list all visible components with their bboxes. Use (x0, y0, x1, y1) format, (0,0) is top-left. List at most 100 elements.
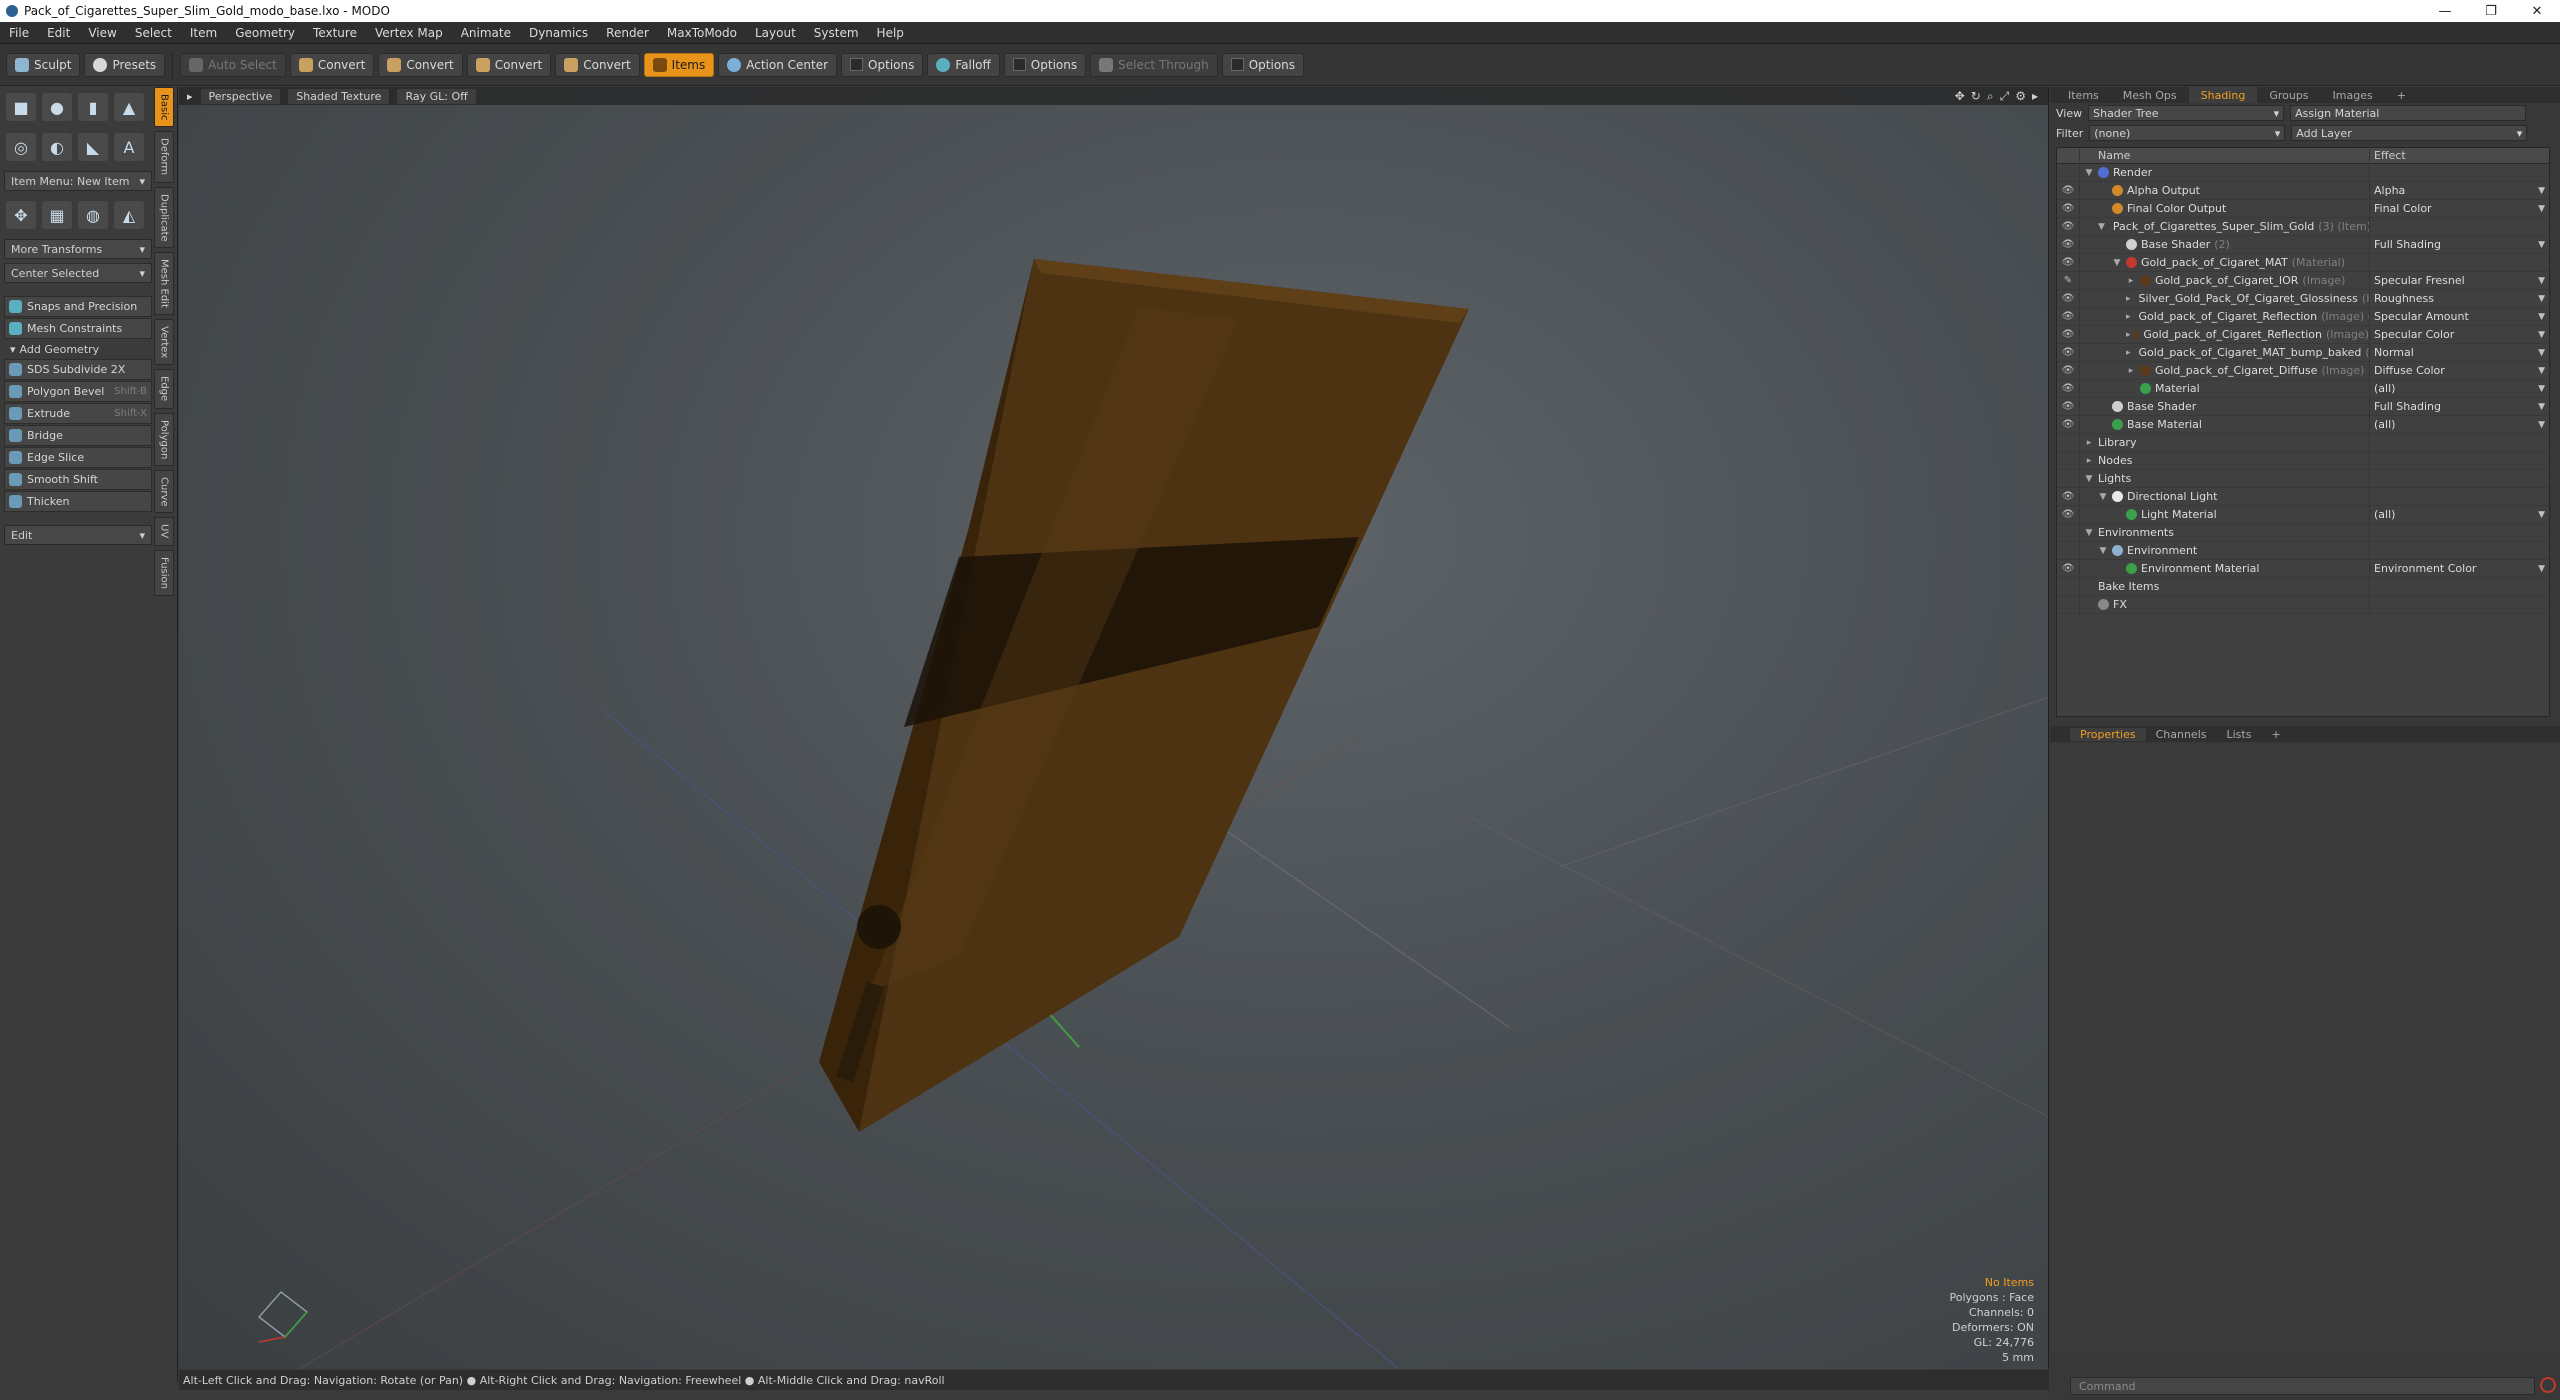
twirl-arrow-icon[interactable]: ▼ (2084, 168, 2094, 178)
effect-cell[interactable]: Roughness ▼ (2369, 289, 2549, 308)
menu-layout[interactable]: Layout (746, 26, 805, 40)
shader-tree-row[interactable]: ▼ Render (2057, 163, 2549, 182)
shader-tree-row[interactable]: 👁 ▸ Gold_pack_of_Cigaret_Reflection (Image)… (2057, 325, 2549, 344)
shader-tree-row[interactable]: 👁 Base Shader (2) Full Shading ▼ (2057, 235, 2549, 254)
chevron-down-icon[interactable]: ▼ (2538, 330, 2545, 340)
tab-fusion[interactable]: Fusion (154, 549, 174, 596)
twirl-arrow-icon[interactable]: ▸ (2126, 330, 2131, 340)
tab-items[interactable]: Items (2056, 87, 2111, 103)
visibility-eye-icon[interactable]: 👁 (2057, 257, 2079, 268)
menu-render[interactable]: Render (597, 26, 658, 40)
twirl-arrow-icon[interactable]: ▸ (2126, 312, 2131, 322)
shader-tree-row[interactable]: ✎ ▸ Gold_pack_of_Cigaret_IOR (Image) Specula… (2057, 271, 2549, 290)
close-button[interactable]: ✕ (2514, 0, 2560, 22)
visibility-eye-icon[interactable]: 👁 (2057, 293, 2079, 304)
tab-vertex[interactable]: Vertex (154, 319, 174, 366)
effect-cell[interactable]: Alpha ▼ (2369, 181, 2549, 200)
orbit-icon[interactable]: ↻ (1971, 89, 1981, 104)
shader-tree-row[interactable]: 👁 ▼ Gold_pack_of_Cigaret_MAT (Material) (2057, 253, 2549, 272)
menu-edit[interactable]: Edit (38, 26, 79, 40)
effect-cell[interactable]: Full Shading ▼ (2369, 235, 2549, 254)
capsule-icon[interactable]: ◐ (42, 133, 72, 161)
falloff-options-button[interactable]: Options (1003, 52, 1087, 77)
twirl-arrow-icon[interactable]: ▸ (2126, 294, 2131, 304)
visibility-eye-icon[interactable]: ✎ (2057, 275, 2079, 286)
tab-basic[interactable]: Basic (154, 87, 174, 128)
visibility-eye-icon[interactable]: 👁 (2057, 383, 2079, 394)
shader-tree-row[interactable]: ▼ Environments (2057, 523, 2549, 542)
edit-dropdown[interactable]: Edit ▾ (4, 525, 152, 545)
zoom-icon[interactable]: ⌕ (1987, 89, 1994, 104)
shading-mode-button[interactable]: Shaded Texture (288, 88, 390, 104)
effect-cell[interactable]: Full Shading ▼ (2369, 397, 2549, 416)
menu-system[interactable]: System (805, 26, 868, 40)
tab-mesh-edit[interactable]: Mesh Edit (154, 252, 174, 316)
auto-select-button[interactable]: Auto Select (180, 52, 286, 77)
effect-cell[interactable]: Specular Color ▼ (2369, 325, 2549, 344)
twirl-arrow-icon[interactable]: ▼ (2098, 492, 2108, 502)
raygl-toggle[interactable]: Ray GL: Off (397, 88, 476, 104)
visibility-eye-icon[interactable]: 👁 (2057, 221, 2079, 232)
chevron-down-icon[interactable]: ▼ (2538, 276, 2545, 286)
snaps-precision-button[interactable]: Snaps and Precision (4, 296, 152, 317)
settings-gear-icon[interactable]: ⚙ (2015, 89, 2026, 104)
shader-tree-row[interactable]: 👁 Final Color Output Final Color ▼ (2057, 199, 2549, 218)
menu-maxtomodo[interactable]: MaxToModo (658, 26, 746, 40)
shader-tree-row[interactable]: 👁 ▼ Pack_of_Cigarettes_Super_Slim_Gold (3) … (2057, 217, 2549, 236)
3d-viewport[interactable]: ▸ Perspective Shaded Texture Ray GL: Off… (179, 87, 2049, 1369)
tab-channels[interactable]: Channels (2146, 728, 2217, 741)
chevron-down-icon[interactable]: ▼ (2538, 204, 2545, 214)
menu-dynamics[interactable]: Dynamics (520, 26, 597, 40)
command-input[interactable]: Command (2070, 1377, 2535, 1395)
transform-icon[interactable]: ✥ (6, 201, 36, 229)
tab-duplicate[interactable]: Duplicate (154, 186, 174, 249)
shader-tree-row[interactable]: 👁 ▸ Silver_Gold_Pack_Of_Cigaret_Glossiness… (2057, 289, 2549, 308)
items-mode-button[interactable]: Items (643, 52, 715, 77)
menu-geometry[interactable]: Geometry (226, 26, 304, 40)
effect-cell[interactable]: Specular Fresnel ▼ (2369, 271, 2549, 290)
name-column-header[interactable]: Name (2079, 149, 2369, 162)
add-layer-dropdown[interactable]: Add Layer ▾ (2291, 125, 2528, 141)
shader-tree-row[interactable]: ▸ Library (2057, 433, 2549, 452)
action-center-button[interactable]: Action Center (718, 52, 838, 77)
chevron-down-icon[interactable]: ▼ (2538, 510, 2545, 520)
shader-tree-row[interactable]: 👁 Material (all) ▼ (2057, 379, 2549, 398)
visibility-eye-icon[interactable]: 👁 (2057, 311, 2079, 322)
visibility-eye-icon[interactable]: 👁 (2057, 563, 2079, 574)
select-through-button[interactable]: Select Through (1090, 52, 1218, 77)
presets-button[interactable]: Presets (84, 52, 166, 77)
shader-tree-row[interactable]: FX (2057, 595, 2549, 614)
fit-icon[interactable]: ⤢ (2000, 89, 2010, 104)
twirl-arrow-icon[interactable]: ▼ (2084, 528, 2094, 538)
chevron-down-icon[interactable]: ▼ (2538, 348, 2545, 358)
effect-cell[interactable]: (all) ▼ (2369, 379, 2549, 398)
menu-help[interactable]: Help (868, 26, 913, 40)
twirl-arrow-icon[interactable]: ▸ (2126, 276, 2136, 286)
action-center-options-button[interactable]: Options (841, 52, 924, 77)
tab-groups[interactable]: Groups (2257, 87, 2320, 103)
shader-tree-row[interactable]: 👁 Base Shader Full Shading ▼ (2057, 397, 2549, 416)
visibility-eye-icon[interactable]: 👁 (2057, 185, 2079, 196)
visibility-eye-icon[interactable]: 👁 (2057, 491, 2079, 502)
filter-dropdown[interactable]: (none) ▾ (2089, 125, 2286, 141)
effect-column-header[interactable]: Effect (2369, 149, 2549, 162)
tool-bridge[interactable]: Bridge (4, 425, 152, 446)
menu-item[interactable]: Item (181, 26, 226, 40)
cone-icon[interactable]: ▲ (114, 93, 144, 121)
view-type-button[interactable]: Perspective (200, 88, 281, 104)
visibility-eye-icon[interactable]: 👁 (2057, 401, 2079, 412)
more-transforms-dropdown[interactable]: More Transforms ▾ (4, 239, 152, 259)
select-options-button[interactable]: Options (1221, 52, 1305, 77)
tab-images[interactable]: Images (2321, 87, 2385, 103)
twirl-arrow-icon[interactable]: ▸ (2084, 456, 2094, 466)
shader-tree-row[interactable]: 👁▸Gold_pack_of_Cigaret_MAT_bump_baked(I.… (2057, 343, 2549, 362)
twirl-arrow-icon[interactable]: ▼ (2098, 222, 2105, 232)
visibility-eye-icon[interactable]: 👁 (2057, 509, 2079, 520)
twirl-arrow-icon[interactable]: ▼ (2084, 474, 2094, 484)
chevron-down-icon[interactable]: ▼ (2538, 420, 2545, 430)
tab-curve[interactable]: Curve (154, 469, 174, 514)
shader-tree-row[interactable]: 👁 ▸ Gold_pack_of_Cigaret_Diffuse (Image) Dif… (2057, 361, 2549, 380)
effect-cell[interactable]: Normal ▼ (2369, 343, 2549, 362)
tool-sds-subdivide[interactable]: SDS Subdivide 2X (4, 359, 152, 380)
add-tab-button[interactable]: + (2385, 87, 2418, 103)
